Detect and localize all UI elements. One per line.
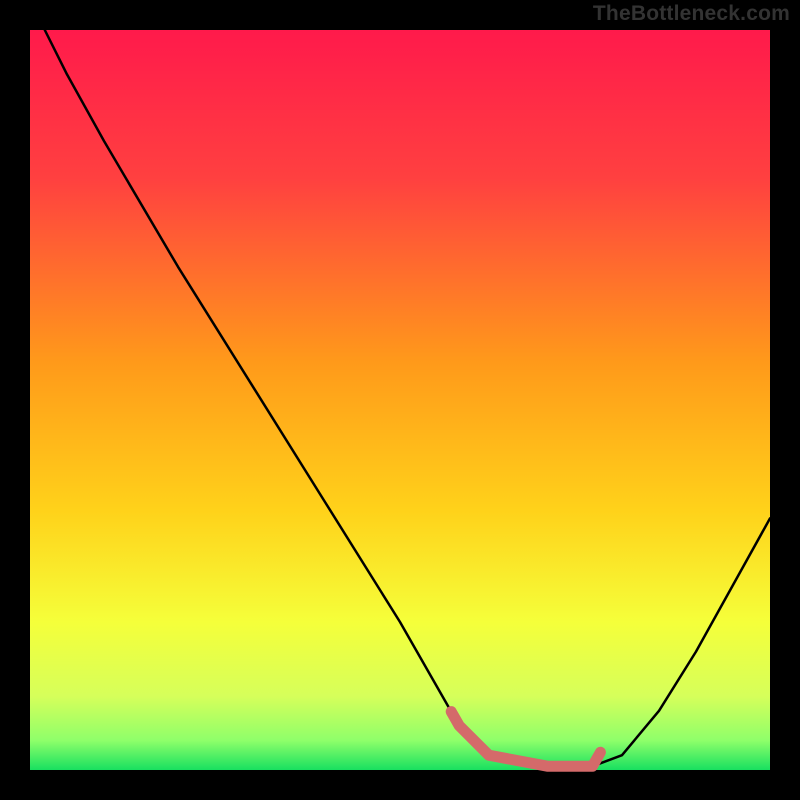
bottleneck-chart [0,0,800,800]
plot-background [30,30,770,770]
watermark-text: TheBottleneck.com [593,2,790,26]
chart-stage: TheBottleneck.com [0,0,800,800]
